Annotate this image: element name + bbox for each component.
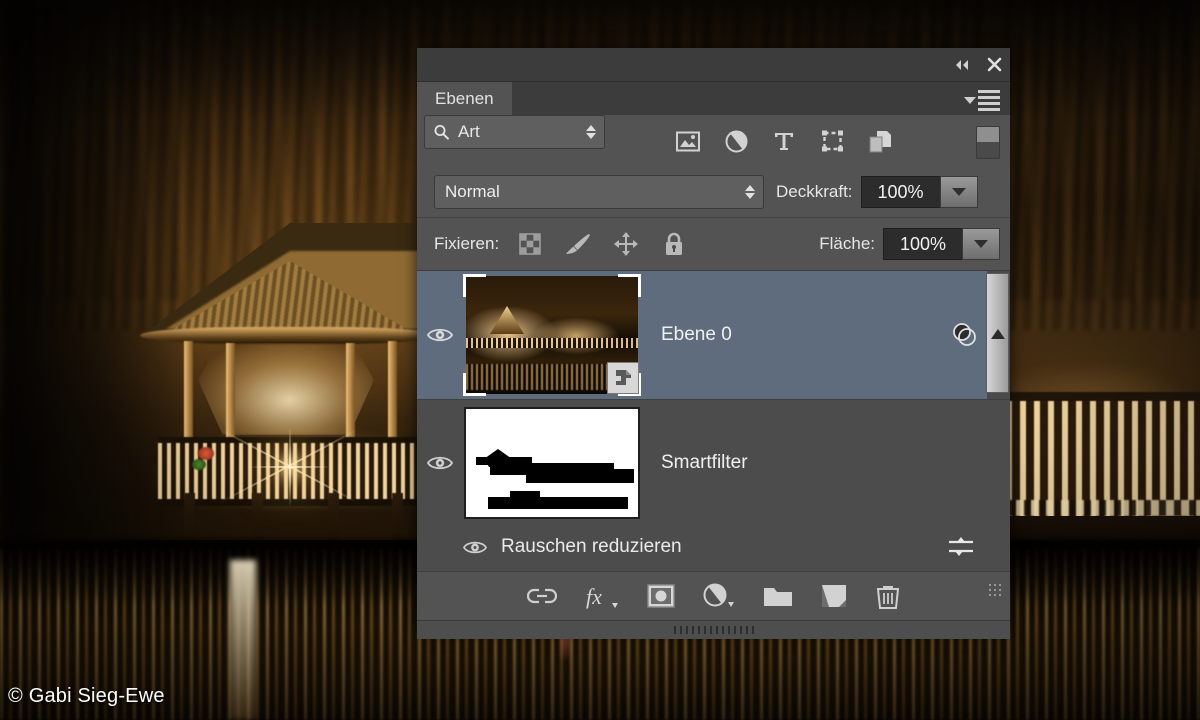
gazebo-post xyxy=(346,343,355,439)
filter-name: Rauschen reduzieren xyxy=(501,536,682,557)
gazebo-post xyxy=(226,343,235,439)
lamp-starburst xyxy=(250,465,330,469)
panel-titlebar xyxy=(417,48,1010,82)
smart-filter-mask-thumbnail[interactable] xyxy=(464,407,640,519)
panel-footer xyxy=(417,620,1010,639)
gazebo-flower xyxy=(198,447,214,460)
lock-label: Fixieren: xyxy=(434,234,500,253)
smart-filter-icon[interactable] xyxy=(950,322,980,348)
type-layer-filter-icon[interactable] xyxy=(771,128,797,154)
filter-kind-select[interactable]: Art xyxy=(424,115,605,149)
layer-name: Smartfilter xyxy=(661,452,748,473)
smart-object-badge xyxy=(607,362,639,394)
thumbnail-corner-marker xyxy=(618,274,641,297)
lock-row: Fixieren: Fläche: 100% xyxy=(417,218,1010,271)
filter-kind-stepper[interactable] xyxy=(586,125,596,139)
filter-settings-icon[interactable] xyxy=(948,536,974,558)
panel-tabbar: Ebenen xyxy=(417,82,1010,115)
scroll-up-arrow-icon[interactable] xyxy=(991,329,1005,339)
chevron-down-icon xyxy=(974,240,988,248)
shape-layer-filter-icon[interactable] xyxy=(819,128,845,154)
add-layer-mask-icon[interactable] xyxy=(646,579,675,613)
blend-mode-value: Normal xyxy=(445,182,500,201)
layer-name: Ebene 0 xyxy=(661,324,732,345)
opacity-value[interactable]: 100% xyxy=(860,176,940,208)
new-group-icon[interactable] xyxy=(763,579,793,613)
close-icon[interactable] xyxy=(987,57,1002,72)
lock-transparency-icon[interactable] xyxy=(517,231,543,257)
table-row[interactable]: Rauschen reduzieren xyxy=(417,526,1010,568)
layer-style-fx-icon[interactable]: fx xyxy=(585,579,619,613)
table-row[interactable]: Smartfilter xyxy=(417,400,1010,526)
gazebo-foliage xyxy=(192,459,206,470)
double-chevron-left-icon[interactable] xyxy=(953,58,971,72)
fill-dropdown-button[interactable] xyxy=(962,228,1000,260)
layer-type-filter-icons xyxy=(675,115,893,167)
lock-image-pixels-icon[interactable] xyxy=(565,231,591,257)
thumbnail-corner-marker xyxy=(463,373,486,396)
lock-position-icon[interactable] xyxy=(613,231,639,257)
panel-drag-grip[interactable] xyxy=(673,626,754,634)
opacity-label: Deckkraft: xyxy=(776,182,853,201)
new-adjustment-layer-icon[interactable] xyxy=(703,579,735,613)
eye-icon[interactable] xyxy=(417,326,463,344)
search-icon xyxy=(433,124,450,141)
adjustment-layer-filter-icon[interactable] xyxy=(723,128,749,154)
pixel-layer-filter-icon[interactable] xyxy=(675,128,701,154)
fill-field[interactable]: 100% xyxy=(883,228,1000,260)
delete-layer-icon[interactable] xyxy=(875,579,901,613)
photo-gazebo xyxy=(140,215,716,575)
menu-lines-icon xyxy=(978,90,1000,111)
chevron-down-icon xyxy=(951,188,966,196)
filter-kind-label: Art xyxy=(458,122,480,141)
copyright-credit: © Gabi Sieg-Ewe xyxy=(8,685,165,707)
layer-thumbnail-photo[interactable] xyxy=(463,274,641,396)
layer-filter-row: Art xyxy=(417,115,1010,167)
menu-triangle-icon xyxy=(964,97,976,104)
panel-menu-icon[interactable] xyxy=(964,90,1000,111)
blend-mode-select[interactable]: Normal xyxy=(434,175,764,209)
eye-icon[interactable] xyxy=(417,454,463,472)
svg-text:fx: fx xyxy=(586,584,602,609)
new-layer-icon[interactable] xyxy=(821,579,847,613)
panel-titlebar-buttons xyxy=(953,48,1002,81)
gazebo-post xyxy=(184,341,193,441)
fill-value[interactable]: 100% xyxy=(883,228,962,260)
gazebo-post xyxy=(388,341,397,441)
thumbnail-corner-marker xyxy=(463,274,486,297)
layers-panel: Ebenen Art Normal Deckkraft: 100% Fixier… xyxy=(417,48,1010,639)
panel-bottom-toolbar: fx xyxy=(417,571,1010,620)
layer-list-scrollbar[interactable] xyxy=(986,271,1010,399)
fill-label: Fläche: xyxy=(819,234,875,253)
panel-resize-grip[interactable] xyxy=(988,583,1004,597)
blend-mode-stepper[interactable] xyxy=(745,185,755,199)
eye-icon[interactable] xyxy=(463,539,487,556)
lock-all-icon[interactable] xyxy=(661,231,687,257)
photo-bright-reflection xyxy=(230,560,256,720)
opacity-field[interactable]: 100% xyxy=(860,176,978,208)
tab-label: Ebenen xyxy=(435,88,494,108)
link-layers-icon[interactable] xyxy=(526,579,557,613)
filter-toggle-switch[interactable] xyxy=(976,126,1000,159)
table-row[interactable]: Ebene 0 xyxy=(417,271,1010,400)
blend-mode-row: Normal Deckkraft: 100% xyxy=(417,167,1010,218)
gazebo-railing xyxy=(158,437,426,506)
tab-ebenen[interactable]: Ebenen xyxy=(417,82,512,115)
layer-list: Ebene 0 Smartfilter Rauschen reduzieren xyxy=(417,271,1010,571)
opacity-dropdown-button[interactable] xyxy=(939,176,978,208)
smart-object-filter-icon[interactable] xyxy=(867,128,893,154)
photo-pier-underlights xyxy=(986,500,1200,516)
lock-icons xyxy=(517,231,687,257)
